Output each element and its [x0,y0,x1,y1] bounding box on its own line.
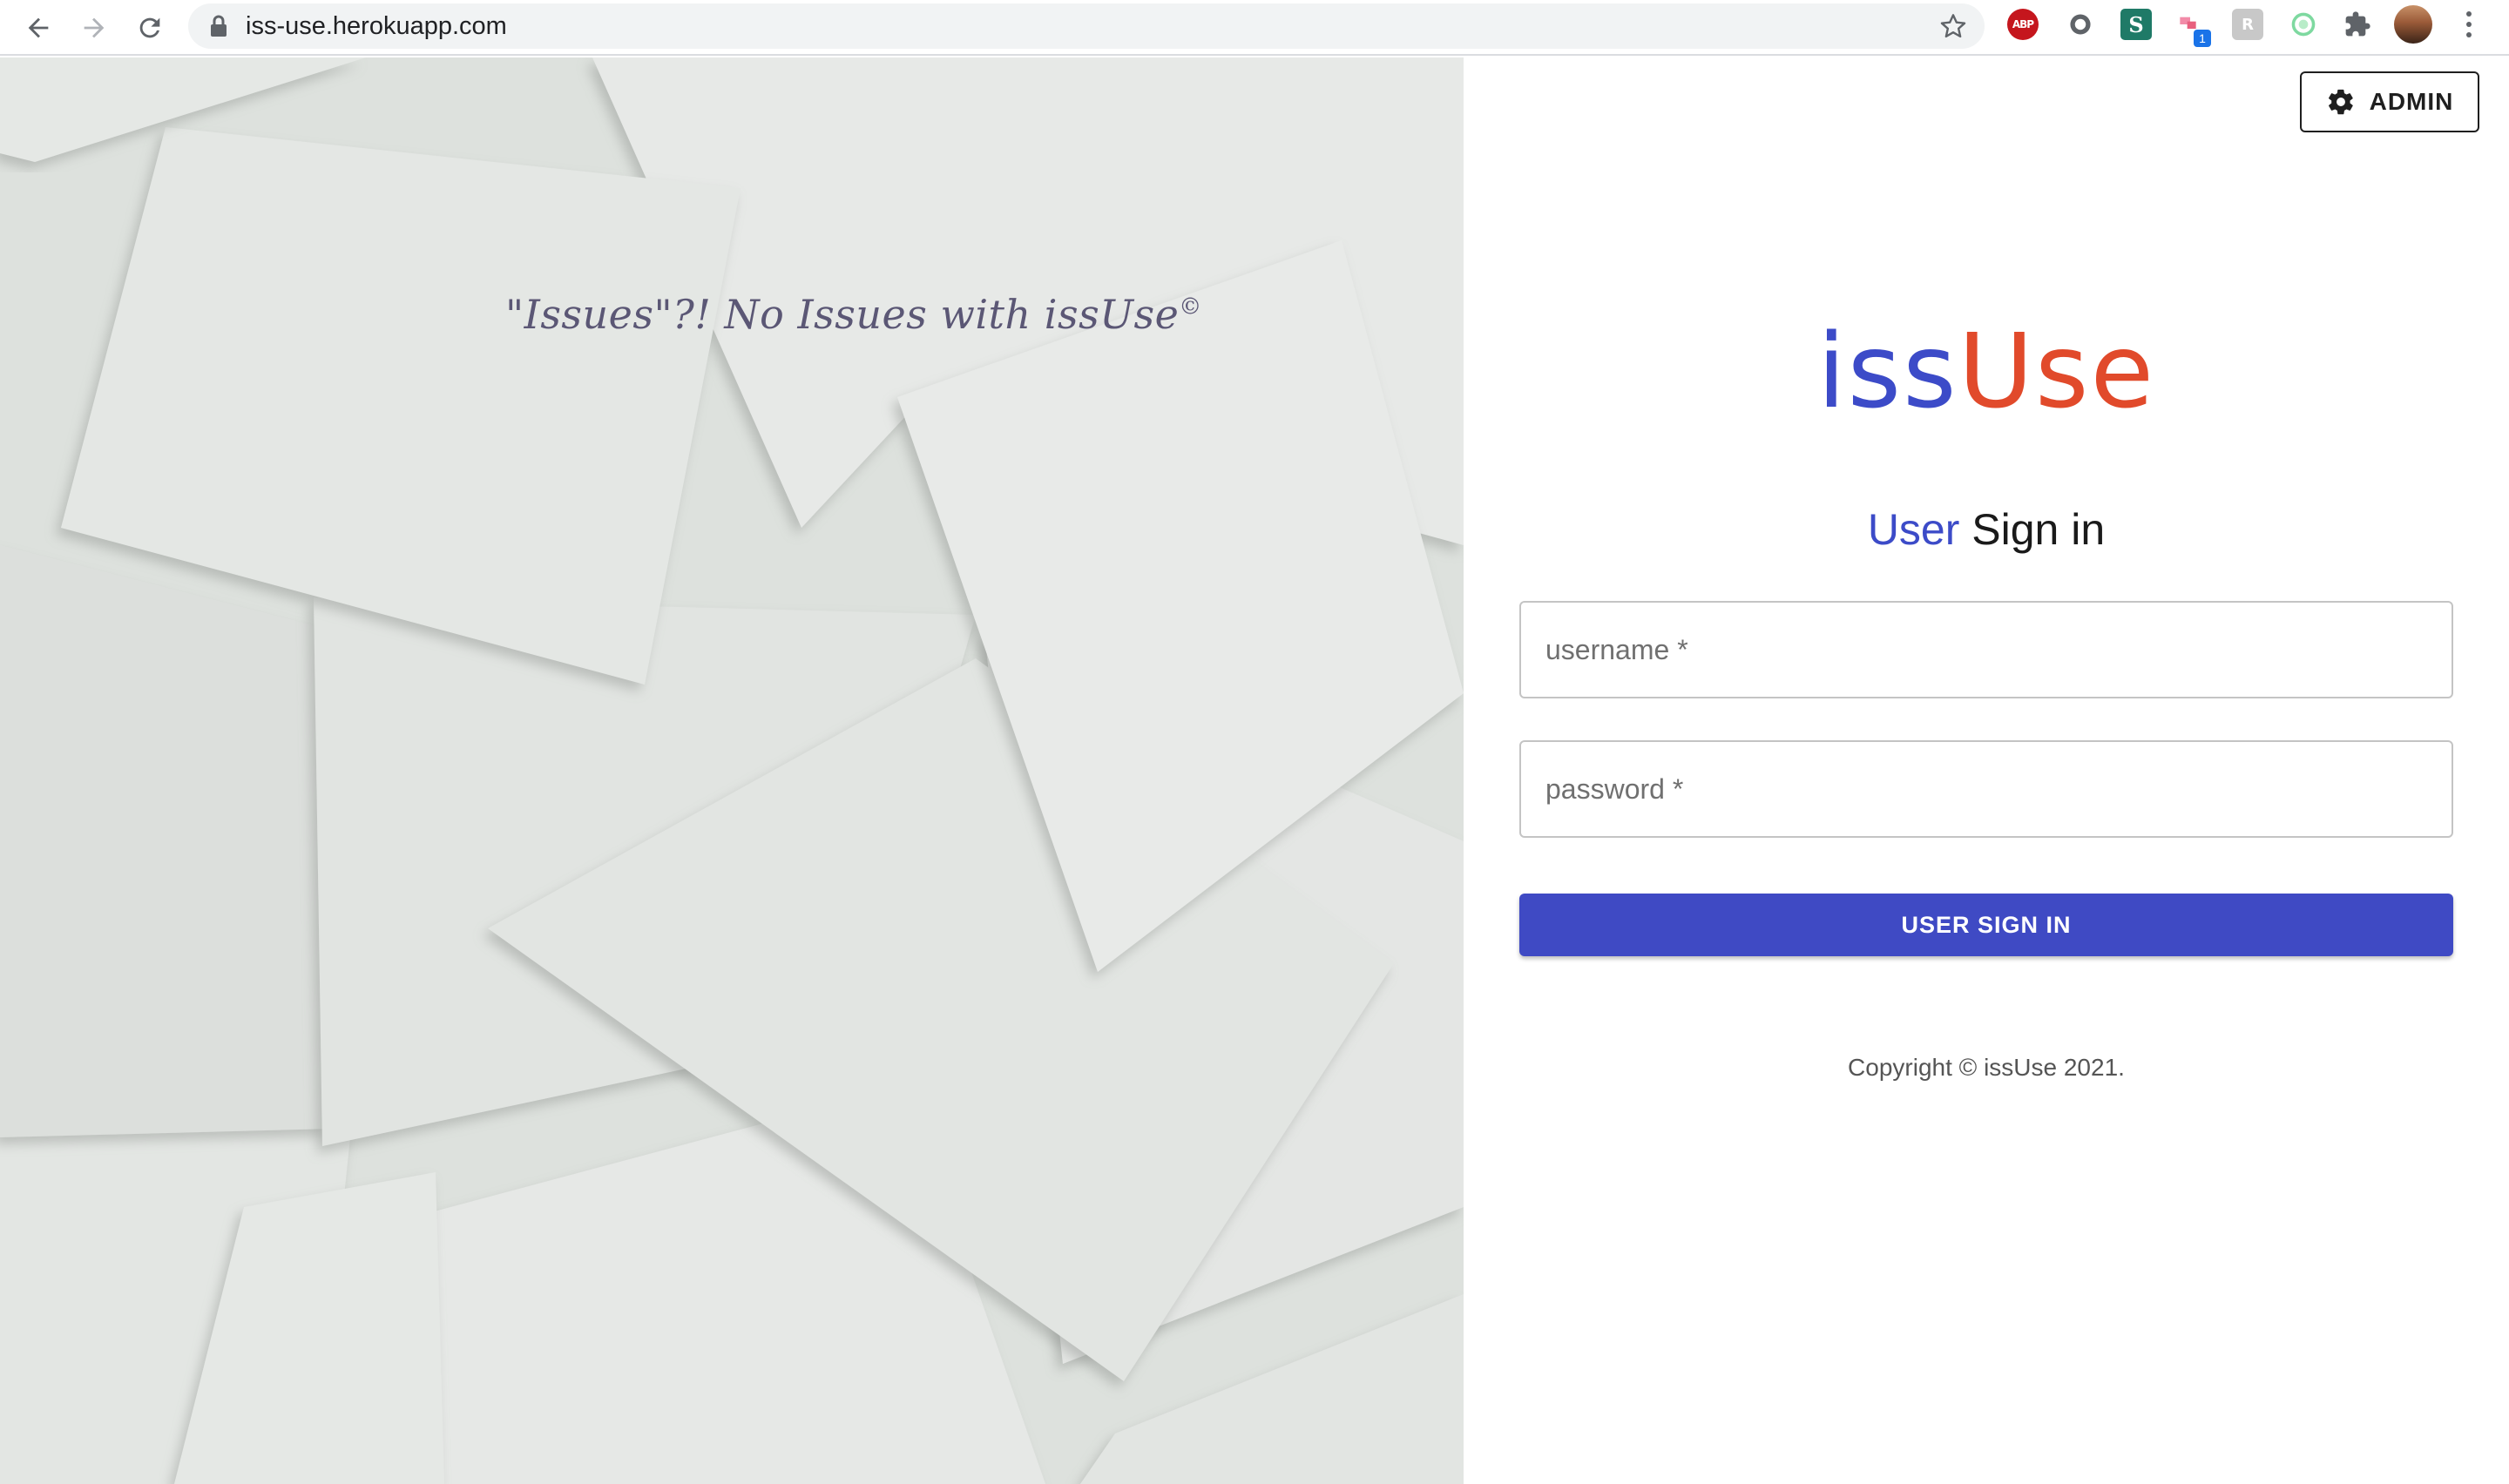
arrow-left-icon [28,17,49,38]
extension-badge-icon[interactable]: 1 [2174,9,2211,47]
logo-part-use: Use [1958,311,2156,431]
ring-icon [2291,12,2316,37]
username-input[interactable] [1521,603,2452,697]
extension-grey-icon[interactable]: R [2232,9,2263,40]
hero-tagline: "Issues"?! No Issues with issUse© [505,291,1201,338]
puzzle-icon [2345,11,2370,37]
reload-icon [139,17,160,38]
logo-part-iss: iss [1816,311,1958,431]
admin-button[interactable]: ADMIN [2300,71,2479,132]
signin-panel: ADMIN issUse User Sign in USER SIGN IN C… [1464,57,2509,1484]
back-button[interactable] [17,7,59,49]
arrow-right-icon [84,17,105,38]
user-sign-in-button[interactable]: USER SIGN IN [1519,894,2453,956]
url-text: iss-use.herokuapp.com [246,12,507,40]
address-bar[interactable]: iss-use.herokuapp.com [188,3,1985,49]
password-field[interactable] [1519,740,2453,838]
forward-button[interactable] [73,7,115,49]
extension-ring-icon[interactable] [2288,9,2319,40]
bookmark-star-icon[interactable] [1939,12,1967,40]
signin-heading-accent: User [1867,505,1960,554]
hero-tagline-text: "Issues"?! No Issues with issUse [505,291,1180,338]
signin-heading: User Sign in [1464,503,2509,556]
copyright-text: Copyright © issUse 2021. [1848,1054,2125,1081]
gear-icon [2328,89,2353,115]
profile-avatar[interactable] [2394,5,2432,44]
reload-button[interactable] [129,7,171,49]
adblock-plus-icon[interactable]: ABP [2007,9,2039,40]
signin-heading-rest: Sign in [1959,505,2106,554]
extensions-puzzle-icon[interactable] [2342,9,2373,40]
app-logo: issUse [1464,310,2509,432]
paper-collage-illustration [0,57,1464,1484]
password-input[interactable] [1521,742,2452,836]
lock-icon [211,15,227,37]
browser-menu-icon[interactable] [2458,9,2479,40]
circle-icon [2070,14,2091,35]
browser-toolbar: iss-use.herokuapp.com ABP S 1 R [0,0,2509,56]
extension-s-icon[interactable]: S [2120,9,2152,40]
extension-badge-count: 1 [2194,30,2211,47]
copyright-mark: © [1179,293,1202,320]
username-field[interactable] [1519,601,2453,698]
admin-button-label: ADMIN [2369,88,2454,115]
extension-circle-icon[interactable] [2065,9,2096,40]
hero-image: "Issues"?! No Issues with issUse© [0,57,1464,1484]
